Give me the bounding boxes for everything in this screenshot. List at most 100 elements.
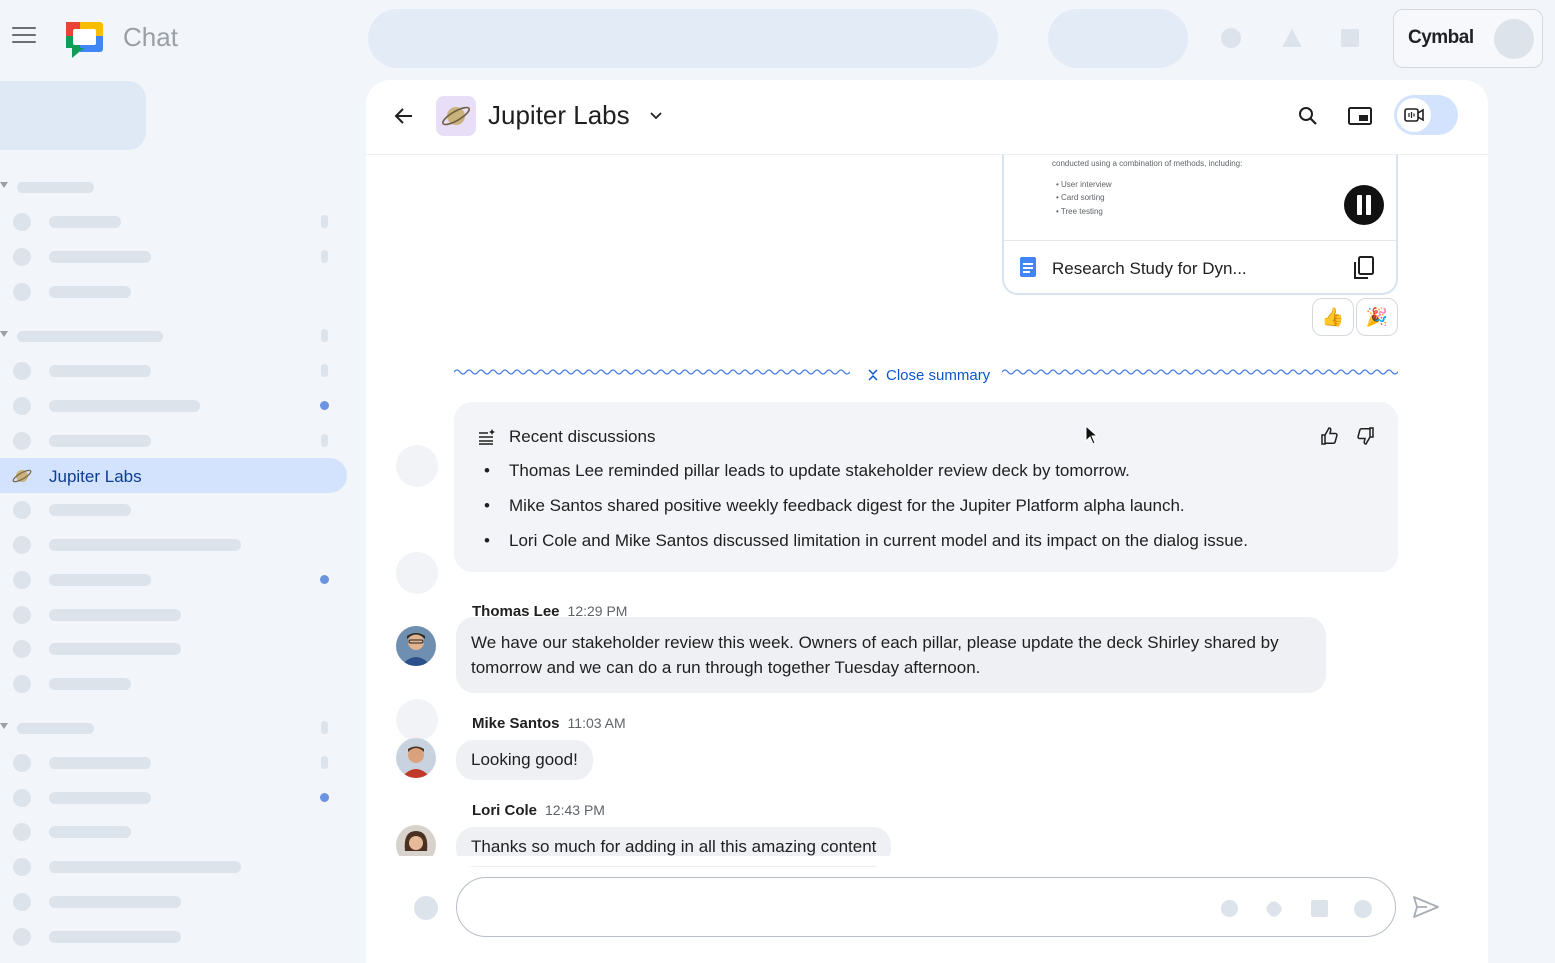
- help-icon[interactable]: [1221, 28, 1241, 48]
- upload-icon[interactable]: [1311, 900, 1328, 917]
- summary-item: • Thomas Lee reminded pillar leads to upd…: [484, 461, 1130, 480]
- sidebar-item[interactable]: [0, 563, 350, 597]
- sidebar-item[interactable]: [0, 275, 350, 309]
- picture-in-picture-icon[interactable]: [1347, 105, 1373, 127]
- stop-recording-icon[interactable]: [1344, 185, 1384, 225]
- top-bar: Chat Cymbal: [0, 0, 1555, 76]
- ghost-avatar: [396, 552, 438, 594]
- unread-indicator: [320, 575, 329, 584]
- sidebar-section-header[interactable]: [0, 170, 350, 204]
- thumbs-up-icon[interactable]: [1320, 426, 1340, 446]
- sidebar-item[interactable]: [0, 850, 350, 884]
- sidebar-item[interactable]: [0, 354, 350, 388]
- sidebar-item[interactable]: [0, 667, 350, 701]
- ghost-avatar: [396, 445, 438, 487]
- sidebar-item[interactable]: [0, 389, 350, 423]
- menu-icon[interactable]: [12, 27, 36, 47]
- avatar-mike-santos[interactable]: [396, 738, 436, 778]
- message-text: Thanks so much for adding in all this am…: [471, 837, 877, 856]
- collapse-icon: [868, 369, 878, 381]
- doc-preview-bullet: • Tree testing: [1056, 207, 1103, 216]
- doc-preview-body: conducted using a combination of methods…: [1004, 155, 1396, 241]
- close-summary-label: Close summary: [886, 366, 991, 384]
- chat-logo-icon: [66, 22, 103, 58]
- app-title: Chat: [123, 22, 178, 52]
- message-text: Looking good!: [471, 750, 578, 769]
- meet-toggle[interactable]: [1394, 95, 1458, 135]
- summary-wave-divider: [1002, 369, 1398, 375]
- doc-preview-text: conducted using a combination of methods…: [1052, 159, 1243, 168]
- mouse-cursor-icon: [1085, 425, 1099, 445]
- sidebar-item[interactable]: [0, 424, 350, 458]
- sidebar-item[interactable]: [0, 632, 350, 666]
- unread-indicator: [320, 793, 329, 802]
- copy-icon[interactable]: [1352, 255, 1376, 281]
- message-meta: Mike Santos 11:03 AM: [472, 715, 626, 732]
- doc-preview-bullet: • Card sorting: [1056, 193, 1105, 202]
- chevron-down-icon[interactable]: [648, 108, 664, 124]
- ghost-avatar: [396, 699, 438, 741]
- summary-title: Recent discussions: [509, 427, 656, 446]
- close-summary-button[interactable]: Close summary: [860, 364, 997, 386]
- summary-item: • Mike Santos shared positive weekly feed…: [484, 496, 1185, 515]
- message-time: 11:03 AM: [567, 715, 626, 731]
- brand-logo: Cymbal: [1408, 27, 1474, 48]
- apps-icon[interactable]: [1341, 29, 1359, 47]
- doc-file-name[interactable]: Research Study for Dyn...: [1052, 259, 1247, 279]
- doc-preview-card[interactable]: conducted using a combination of methods…: [1002, 155, 1398, 295]
- sidebar-item[interactable]: [0, 920, 350, 954]
- meet-icon: [1404, 108, 1424, 122]
- sidebar-item[interactable]: [0, 205, 350, 239]
- message-time: 12:43 PM: [545, 802, 605, 818]
- back-arrow-icon[interactable]: [392, 104, 416, 128]
- room-avatar: [436, 96, 476, 136]
- sidebar-item[interactable]: [0, 885, 350, 919]
- format-icon[interactable]: [1221, 900, 1238, 917]
- account-switcher[interactable]: Cymbal: [1393, 9, 1543, 68]
- search-icon[interactable]: [1296, 104, 1320, 128]
- message-author[interactable]: Lori Cole: [472, 802, 537, 819]
- sidebar-item[interactable]: [0, 528, 350, 562]
- send-icon[interactable]: [1412, 895, 1440, 919]
- summary-icon: [479, 429, 495, 445]
- planet-icon: [442, 106, 470, 126]
- room-title[interactable]: Jupiter Labs: [488, 100, 630, 131]
- avatar-thomas-lee[interactable]: [396, 626, 436, 666]
- message-author[interactable]: Mike Santos: [472, 715, 560, 732]
- planet-icon: [12, 469, 32, 483]
- sidebar-item[interactable]: [0, 493, 350, 527]
- summary-card: Recent discussions • Thomas Lee reminded …: [454, 402, 1398, 572]
- reaction-party[interactable]: 🎉: [1356, 298, 1398, 336]
- status-selector[interactable]: [1048, 9, 1188, 68]
- search-bar[interactable]: [368, 9, 998, 68]
- sidebar-section-header[interactable]: [0, 711, 350, 745]
- docs-icon: [1020, 257, 1036, 277]
- sidebar-item[interactable]: [0, 746, 350, 780]
- message-input[interactable]: [456, 877, 1396, 937]
- more-icon[interactable]: [1354, 900, 1372, 918]
- sidebar-item[interactable]: [0, 240, 350, 274]
- account-avatar[interactable]: [1494, 19, 1534, 59]
- message-text: We have our stakeholder review this week…: [471, 633, 1279, 652]
- add-attachment-button[interactable]: [414, 896, 438, 920]
- message-text: tomorrow and we can do a run through tog…: [471, 658, 981, 677]
- chat-panel: Jupiter Labs conducted using a combinati…: [366, 80, 1488, 963]
- unread-indicator: [320, 401, 329, 410]
- doc-preview-bullet: • User interview: [1056, 180, 1112, 189]
- sidebar-item[interactable]: [0, 598, 350, 632]
- sidebar-item[interactable]: [0, 815, 350, 849]
- reaction-thumbs-up[interactable]: 👍: [1312, 298, 1354, 336]
- summary-wave-divider: [454, 369, 850, 375]
- message-bubble[interactable]: We have our stakeholder review this week…: [456, 617, 1326, 693]
- message-bubble[interactable]: Looking good!: [456, 740, 593, 780]
- new-chat-button[interactable]: [0, 81, 146, 150]
- emoji-icon[interactable]: [1264, 899, 1284, 919]
- sidebar-item[interactable]: [0, 781, 350, 815]
- sidebar-section-header[interactable]: [0, 319, 350, 353]
- sidebar-item-jupiter-labs[interactable]: Jupiter Labs: [0, 458, 347, 493]
- settings-icon[interactable]: [1282, 29, 1302, 47]
- summary-item: • Lori Cole and Mike Santos discussed lim…: [484, 531, 1248, 550]
- message-meta: Lori Cole 12:43 PM: [472, 802, 605, 819]
- thumbs-down-icon[interactable]: [1355, 426, 1375, 446]
- sidebar-item-label: Jupiter Labs: [49, 467, 142, 486]
